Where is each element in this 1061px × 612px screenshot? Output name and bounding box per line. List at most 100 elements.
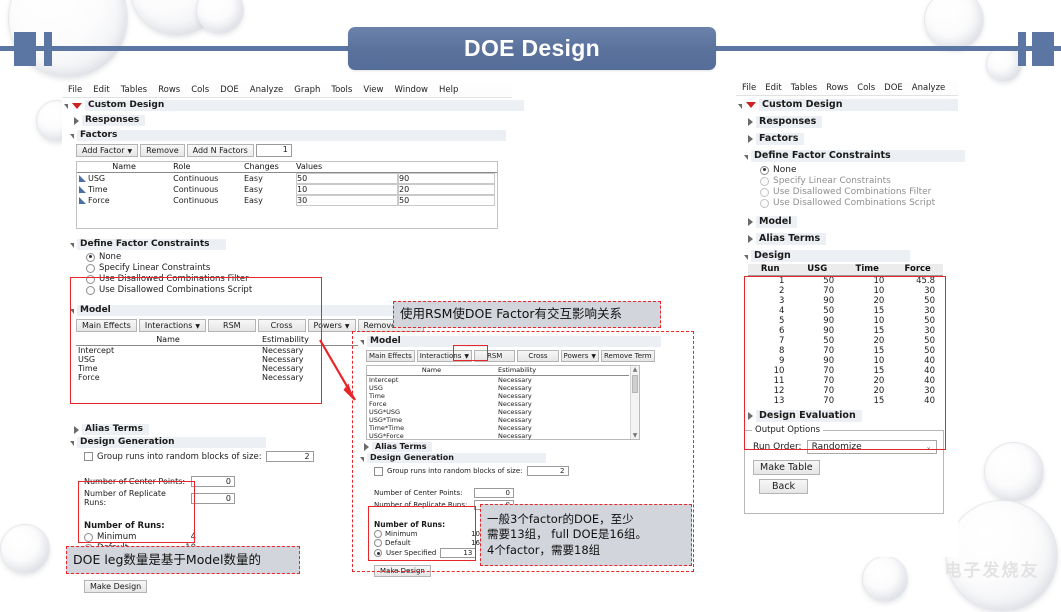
constraint-option-none[interactable]: None [86, 252, 512, 262]
interactions-button[interactable]: Interactions ▼ [138, 319, 207, 332]
section-model[interactable]: Model [360, 336, 661, 347]
user-specified-input[interactable]: 13 [440, 548, 477, 558]
table-row[interactable]: 3 90 20 50 [748, 296, 943, 306]
runs-option-minimum[interactable]: Minimum 10 [374, 530, 480, 538]
menu-file[interactable]: File [742, 83, 756, 93]
table-row[interactable]: USG Necessary [367, 384, 629, 392]
factor-role-cell[interactable]: Continuous [171, 173, 242, 185]
center-points-input[interactable]: 0 [191, 476, 235, 487]
add-n-factors-button[interactable]: Add N Factors [186, 144, 254, 157]
section-responses[interactable]: Responses [74, 115, 512, 126]
table-row[interactable]: 5 90 10 50 [748, 316, 943, 326]
table-row[interactable]: Time Continuous Easy 10 20 [77, 184, 497, 195]
menu-cols[interactable]: Cols [191, 85, 209, 95]
table-row[interactable]: 2 70 10 30 [748, 286, 943, 296]
model-list-scrollbar[interactable]: ▲ ▼ [630, 366, 639, 439]
disclosure-closed-icon[interactable] [74, 116, 79, 125]
menu-rows[interactable]: Rows [158, 85, 180, 95]
left-menubar[interactable]: File Edit Tables Rows Cols DOE Analyze G… [62, 84, 512, 98]
powers-button[interactable]: Powers ▼ [560, 350, 599, 362]
table-row[interactable]: 8 70 15 50 [748, 346, 943, 356]
model-estimability[interactable]: Necessary [496, 376, 629, 384]
red-triangle-icon[interactable] [746, 102, 756, 108]
factor-high-input[interactable]: 90 [398, 173, 495, 184]
table-row[interactable]: 7 50 20 50 [748, 336, 943, 346]
factor-changes-cell[interactable]: Easy [242, 173, 294, 185]
factor-high-input[interactable]: 20 [398, 184, 495, 195]
table-row[interactable]: USG*Force Necessary [367, 432, 629, 440]
add-factor-button[interactable]: Add Factor ▼ [76, 144, 139, 157]
disclosure-closed-icon[interactable] [74, 425, 79, 434]
table-row[interactable]: 6 90 15 30 [748, 326, 943, 336]
disclosure-open-icon[interactable] [360, 456, 364, 462]
disclosure-closed-icon[interactable] [748, 235, 753, 243]
rsm-button[interactable]: RSM [473, 350, 516, 362]
table-row[interactable]: USG Continuous Easy 50 90 [77, 173, 497, 185]
runs-option-minimum[interactable]: Minimum 4 [84, 532, 196, 542]
constraint-option-script[interactable]: Use Disallowed Combinations Script [86, 285, 512, 295]
section-design-generation[interactable]: Design Generation [360, 453, 658, 463]
interactions-button[interactable]: Interactions ▼ [416, 350, 472, 362]
radio-icon[interactable] [760, 165, 769, 175]
red-triangle-icon[interactable] [72, 102, 82, 109]
model-estimability[interactable]: Necessary [496, 384, 629, 392]
section-define-factor-constraints[interactable]: Define Factor Constraints [70, 239, 512, 250]
runs-option-default[interactable]: Default 16 [374, 539, 480, 547]
group-runs-input[interactable]: 2 [526, 466, 569, 476]
scroll-down-icon[interactable]: ▼ [631, 432, 639, 439]
factor-changes-cell[interactable]: Easy [242, 184, 294, 195]
make-table-button[interactable]: Make Table [753, 460, 820, 475]
menu-view[interactable]: View [363, 85, 383, 95]
constraint-option-script[interactable]: Use Disallowed Combinations Script [760, 198, 958, 208]
factor-values-cell[interactable]: 30 50 [294, 195, 497, 206]
section-responses[interactable]: Responses [748, 116, 958, 128]
replicate-runs-input[interactable]: 0 [191, 492, 235, 504]
section-factors[interactable]: Factors [70, 130, 512, 141]
radio-icon[interactable] [760, 176, 769, 186]
model-estimability[interactable]: Necessary [496, 424, 629, 432]
disclosure-open-icon[interactable] [360, 340, 364, 345]
factor-low-input[interactable]: 30 [296, 195, 398, 206]
section-design[interactable]: Design [744, 250, 958, 262]
radio-icon[interactable] [84, 532, 93, 542]
table-row[interactable]: 1 50 10 45.8 [748, 276, 943, 286]
constraint-option-linear[interactable]: Specify Linear Constraints [760, 176, 958, 186]
runs-option-user-specified[interactable]: User Specified 13 [374, 548, 484, 558]
right-menubar[interactable]: File Edit Tables Rows Cols DOE Analyze [736, 82, 958, 96]
constraint-option-filter[interactable]: Use Disallowed Combinations Filter [760, 187, 958, 197]
factor-low-input[interactable]: 10 [296, 184, 398, 195]
rsm-button[interactable]: RSM [208, 319, 256, 332]
table-row[interactable]: Intercept Necessary [367, 376, 629, 384]
constraint-option-linear[interactable]: Specify Linear Constraints [86, 263, 512, 273]
disclosure-closed-icon[interactable] [748, 118, 753, 126]
factor-values-cell[interactable]: 50 90 [294, 173, 497, 184]
menu-cols[interactable]: Cols [857, 83, 875, 93]
remove-factor-button[interactable]: Remove [140, 144, 185, 157]
main-effects-button[interactable]: Main Effects [76, 319, 137, 332]
factor-button-row[interactable]: Add Factor ▼ Remove Add N Factors 1 [76, 144, 512, 157]
table-row[interactable]: 11 70 20 40 [748, 376, 943, 386]
disclosure-open-icon[interactable] [70, 309, 74, 314]
disclosure-closed-icon[interactable] [748, 135, 753, 143]
menu-edit[interactable]: Edit [765, 83, 781, 93]
model-estimability[interactable]: Necessary [496, 392, 629, 400]
section-alias-terms[interactable]: Alias Terms [748, 233, 958, 245]
table-row[interactable]: USG*Time Necessary [367, 416, 629, 424]
table-row[interactable]: Time*Time Necessary [367, 424, 629, 432]
model-estimability[interactable]: Necessary [496, 400, 629, 408]
menu-tables[interactable]: Tables [791, 83, 817, 93]
scroll-up-icon[interactable]: ▲ [631, 366, 639, 373]
group-runs-row[interactable]: Group runs into random blocks of size: 2 [374, 466, 658, 476]
factor-high-input[interactable]: 50 [398, 195, 495, 206]
menu-analyze[interactable]: Analyze [250, 85, 284, 95]
radio-icon[interactable] [86, 252, 95, 262]
table-row[interactable]: 12 70 20 30 [748, 386, 943, 396]
table-row[interactable]: 9 90 10 40 [748, 356, 943, 366]
disclosure-open-icon[interactable] [70, 441, 74, 446]
radio-icon[interactable] [86, 263, 95, 273]
menu-tables[interactable]: Tables [121, 85, 147, 95]
disclosure-closed-icon[interactable] [364, 443, 369, 451]
model-estimability[interactable]: Necessary [496, 408, 629, 416]
radio-icon[interactable] [374, 539, 382, 547]
menu-edit[interactable]: Edit [93, 85, 109, 95]
